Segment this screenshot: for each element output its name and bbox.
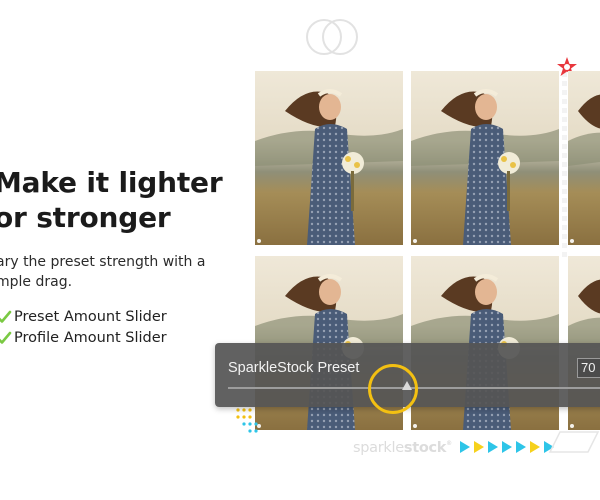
feature-label: Preset Amount Slider: [14, 308, 167, 325]
feature-item: Preset Amount Slider: [0, 306, 167, 327]
preview-photo: [568, 71, 600, 245]
photo-indicator: [413, 424, 417, 428]
checkmark-icon: [0, 331, 12, 344]
preset-amount-value-field[interactable]: 70: [577, 358, 600, 378]
rings-icon: [306, 19, 358, 55]
preview-photo: [255, 71, 403, 245]
photo-indicator: [570, 239, 574, 243]
preview-photo: [411, 71, 559, 245]
photo-indicator: [570, 424, 574, 428]
feature-list: Preset Amount Slider Profile Amount Slid…: [0, 306, 167, 348]
checkmark-icon: [0, 310, 12, 323]
brand-name-light: sparkle: [353, 440, 404, 456]
brand-name-bold: stock: [403, 440, 447, 456]
decorative-arrows: [460, 441, 554, 453]
feature-label: Profile Amount Slider: [14, 329, 167, 346]
preset-name-label: SparkleStock Preset: [228, 360, 360, 376]
woman-in-field-image: [411, 89, 559, 245]
brand-registered-mark: ®: [446, 440, 452, 447]
photo-indicator: [257, 239, 261, 243]
subtext-line-2: mple drag.: [0, 274, 73, 290]
subtext-line-1: ary the preset strength with a: [0, 254, 206, 270]
headline-line-1: Make it lighter: [0, 166, 223, 199]
headline-line-2: or stronger: [0, 201, 171, 234]
decorative-parallelogram: [548, 431, 600, 453]
brand-logo: sparklestock®: [353, 440, 452, 456]
slider-highlight-ring: [368, 364, 418, 414]
decorative-dots: [236, 408, 258, 433]
woman-in-field-image: [568, 94, 600, 166]
feature-item: Profile Amount Slider: [0, 327, 167, 348]
decorative-strip: [562, 72, 567, 257]
headline: Make it lighter or stronger: [0, 165, 223, 235]
subtext: ary the preset strength with a mple drag…: [0, 252, 226, 292]
woman-in-field-image: [255, 89, 403, 245]
photo-indicator: [413, 239, 417, 243]
